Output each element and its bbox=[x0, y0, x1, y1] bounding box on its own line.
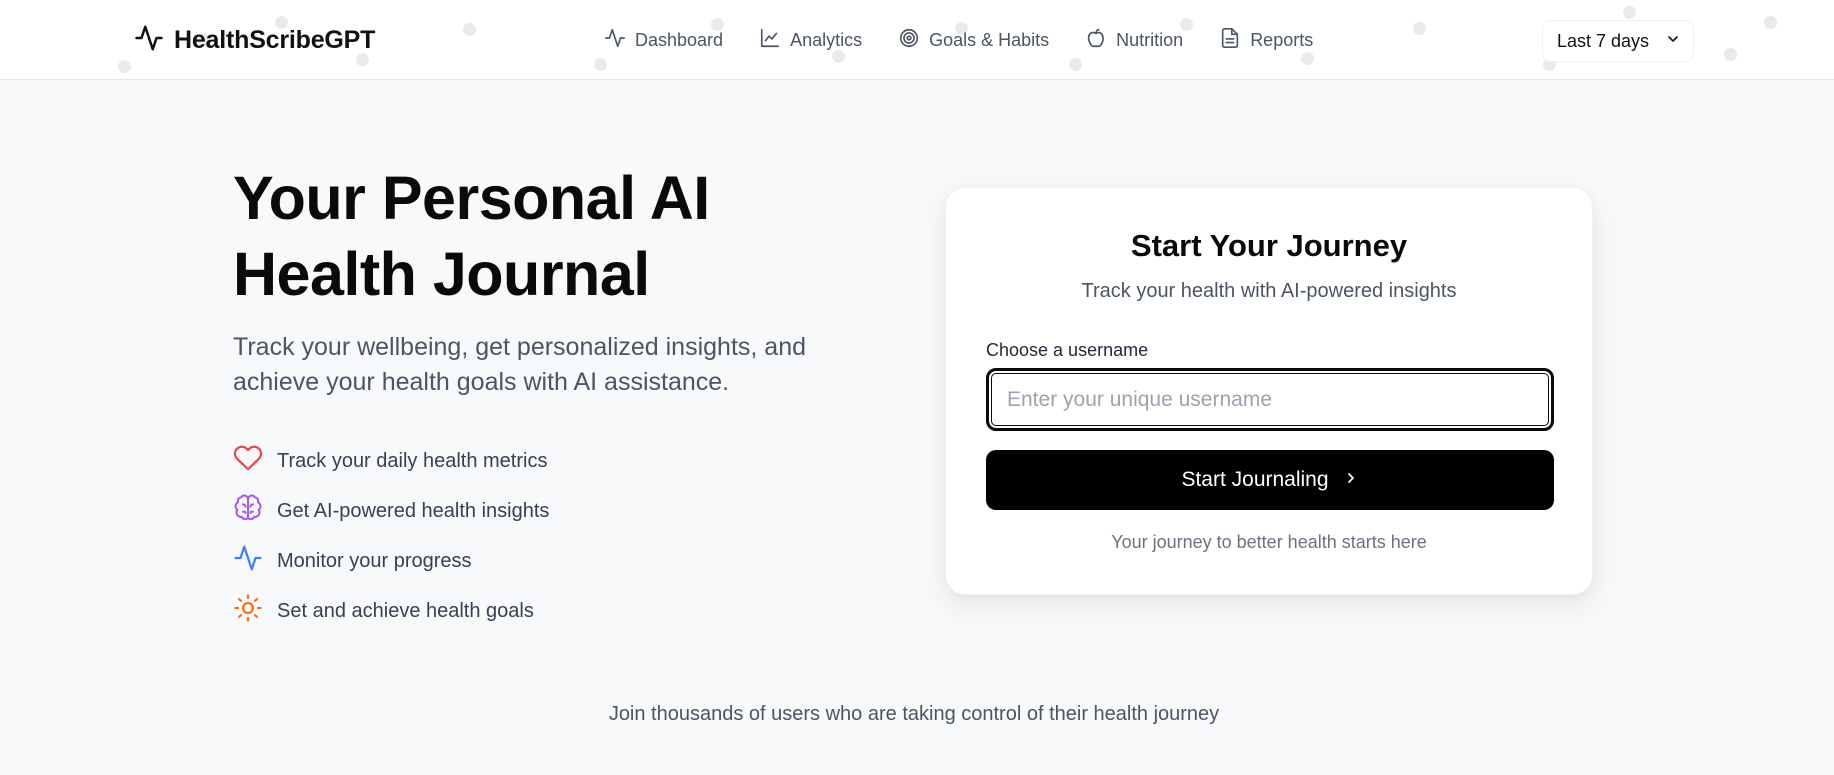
target-icon bbox=[898, 27, 920, 54]
decor-dot bbox=[594, 58, 607, 71]
decor-dot bbox=[1764, 16, 1777, 29]
main-nav: Dashboard Analytics Goals & Habits Nutri… bbox=[604, 22, 1313, 58]
feature-label: Track your daily health metrics bbox=[277, 449, 548, 472]
decor-dot bbox=[1623, 6, 1636, 19]
date-range-value: Last 7 days bbox=[1557, 30, 1650, 51]
decor-dot bbox=[1413, 22, 1426, 35]
brain-icon bbox=[233, 493, 263, 529]
feature-item: Track your daily health metrics bbox=[233, 436, 549, 486]
signup-card: Start Your Journey Track your health wit… bbox=[945, 187, 1593, 595]
activity-icon bbox=[233, 543, 263, 579]
join-text: Join thousands of users who are taking c… bbox=[608, 703, 1220, 725]
decor-dot bbox=[463, 23, 476, 36]
nav-label: Analytics bbox=[790, 29, 863, 50]
top-header: HealthScribeGPT Dashboard Analytics Goal… bbox=[0, 0, 1834, 80]
brand-name: HealthScribeGPT bbox=[174, 25, 376, 54]
nav-goals-habits[interactable]: Goals & Habits bbox=[898, 27, 1049, 54]
nav-dashboard[interactable]: Dashboard bbox=[604, 27, 723, 54]
brand-logo[interactable]: HealthScribeGPT bbox=[134, 22, 375, 58]
card-footer-text: Your journey to better health starts her… bbox=[1111, 532, 1427, 552]
activity-icon bbox=[134, 23, 164, 58]
date-range-select[interactable]: Last 7 days bbox=[1542, 20, 1694, 62]
nav-reports[interactable]: Reports bbox=[1219, 27, 1313, 54]
hero-subtitle: Track your wellbeing, get personalized i… bbox=[233, 333, 806, 396]
nav-label: Dashboard bbox=[635, 29, 724, 50]
feature-list: Track your daily health metrics Get AI-p… bbox=[233, 436, 549, 636]
feature-item: Get AI-powered health insights bbox=[233, 486, 549, 536]
hero-title-line2: Health Journal bbox=[233, 240, 650, 308]
username-label: Choose a username bbox=[986, 340, 1149, 360]
nav-analytics[interactable]: Analytics bbox=[759, 27, 862, 54]
nav-label: Nutrition bbox=[1116, 29, 1184, 50]
feature-label: Set and achieve health goals bbox=[277, 599, 534, 622]
heart-icon bbox=[233, 443, 263, 479]
sun-icon bbox=[233, 593, 263, 629]
feature-label: Get AI-powered health insights bbox=[277, 499, 550, 522]
card-title: Start Your Journey bbox=[1130, 228, 1408, 263]
feature-item: Set and achieve health goals bbox=[233, 586, 549, 636]
card-subtitle: Track your health with AI-powered insigh… bbox=[1081, 280, 1457, 302]
activity-icon bbox=[604, 27, 626, 54]
nav-label: Reports bbox=[1250, 29, 1314, 50]
feature-item: Monitor your progress bbox=[233, 536, 549, 586]
hero-title-line1: Your Personal AI bbox=[233, 164, 710, 232]
start-journaling-button[interactable]: Start Journaling bbox=[986, 450, 1554, 510]
chevron-right-icon bbox=[1343, 468, 1359, 492]
hero-title: Your Personal AI Health Journal bbox=[233, 160, 873, 312]
chevron-down-icon bbox=[1665, 31, 1681, 52]
nav-label: Goals & Habits bbox=[929, 29, 1050, 50]
apple-icon bbox=[1085, 27, 1107, 54]
file-text-icon bbox=[1219, 27, 1241, 54]
nav-nutrition[interactable]: Nutrition bbox=[1085, 27, 1183, 54]
feature-label: Monitor your progress bbox=[277, 549, 472, 572]
username-input[interactable] bbox=[986, 368, 1554, 431]
decor-dot bbox=[1724, 48, 1737, 61]
decor-dot bbox=[1069, 58, 1082, 71]
decor-dot bbox=[118, 60, 131, 73]
start-button-label: Start Journaling bbox=[1181, 468, 1329, 491]
line-chart-icon bbox=[759, 27, 781, 54]
